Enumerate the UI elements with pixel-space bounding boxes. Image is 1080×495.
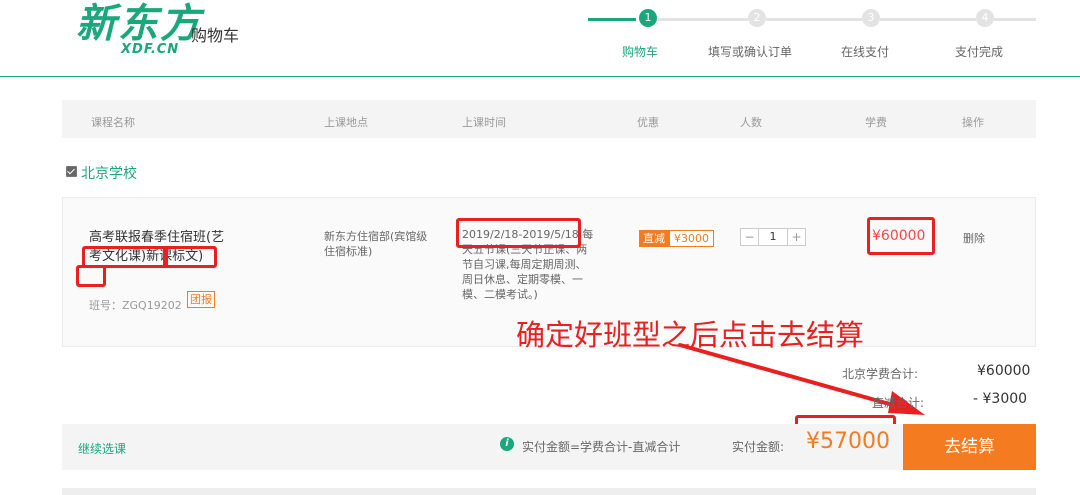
highlight-box	[76, 265, 106, 287]
fee-total-label: 北京学费合计:	[842, 367, 919, 381]
page-title: 购物车	[191, 26, 240, 45]
quantity-stepper: − 1 +	[740, 228, 806, 246]
step-4-label: 支付完成	[955, 45, 1004, 59]
highlight-box	[163, 246, 217, 268]
column-location: 上课地点	[324, 116, 368, 129]
step-track	[880, 18, 976, 21]
actual-amount-label: 实付金额:	[732, 440, 785, 454]
column-course-name: 课程名称	[91, 116, 135, 129]
column-fee: 学费	[865, 116, 887, 129]
bottom-strip	[62, 488, 1036, 495]
group-badge: 团报	[187, 291, 215, 308]
qty-minus-button[interactable]: −	[740, 228, 759, 246]
step-1-label: 购物车	[622, 45, 659, 59]
step-3-circle: 3	[862, 9, 880, 27]
highlight-box	[867, 217, 935, 255]
step-track	[994, 18, 1036, 21]
step-4-circle: 4	[976, 9, 994, 27]
checkout-button[interactable]: 去结算	[903, 424, 1036, 470]
class-number: 班号：ZGQ19202	[89, 299, 182, 312]
step-track	[658, 18, 748, 21]
step-1-circle: 1	[639, 9, 657, 27]
reduce-total-label: 直减合计:	[872, 396, 925, 410]
column-quantity: 人数	[740, 116, 762, 129]
step-3-label: 在线支付	[841, 45, 890, 59]
discount-amount: ¥3000	[669, 230, 714, 247]
header-divider	[0, 76, 1080, 77]
info-icon: i	[500, 437, 514, 451]
qty-input[interactable]: 1	[759, 228, 787, 246]
brand-logo[interactable]: 新东方	[76, 2, 202, 46]
delete-link[interactable]: 删除	[963, 230, 985, 246]
step-track	[766, 18, 862, 21]
discount-type: 直减	[639, 230, 669, 247]
discount-tag: 直减 ¥3000	[639, 230, 714, 247]
column-actions: 操作	[962, 116, 984, 129]
course-location: 新东方住宿部(宾馆级住宿标准)	[324, 230, 428, 258]
step-track-active	[588, 18, 636, 21]
qty-plus-button[interactable]: +	[787, 228, 806, 246]
amount-formula: 实付金额=学费合计-直减合计	[522, 440, 681, 454]
actual-amount-value: ¥57000	[806, 429, 890, 454]
column-time: 上课时间	[462, 116, 506, 129]
column-discount: 优惠	[637, 116, 659, 129]
fee-total-value: ¥60000	[977, 363, 1031, 379]
reduce-total-value: - ¥3000	[973, 391, 1028, 407]
table-header	[62, 100, 1036, 138]
school-name: 北京学校	[81, 166, 137, 182]
highlight-box	[456, 218, 581, 248]
step-2-circle: 2	[748, 9, 766, 27]
brand-logo-domain: XDF.CN	[121, 42, 180, 57]
step-2-label: 填写或确认订单	[708, 45, 793, 59]
continue-shopping-link[interactable]: 继续选课	[78, 440, 126, 457]
school-checkbox[interactable]	[66, 166, 77, 177]
